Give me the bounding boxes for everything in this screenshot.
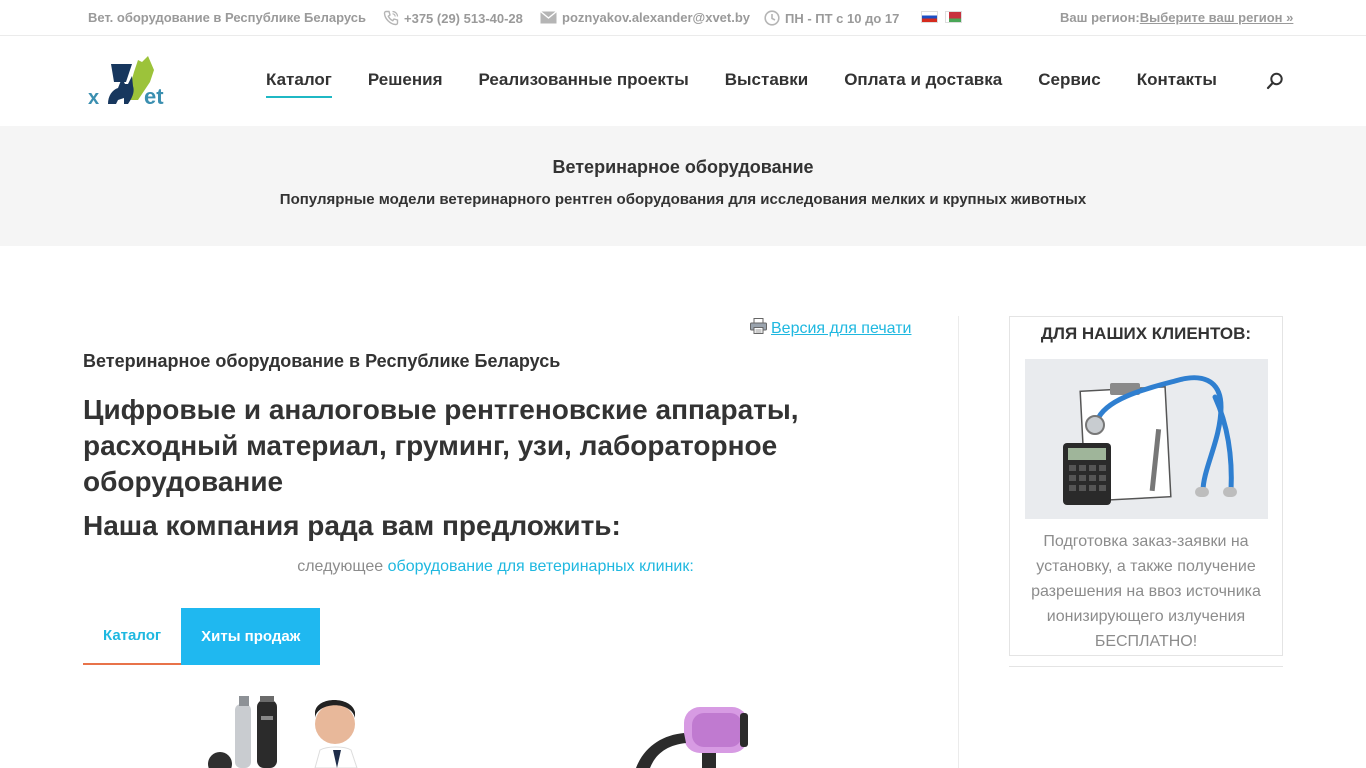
search-button[interactable] <box>1266 72 1284 90</box>
email-address: poznyakov.alexander@xvet.by <box>562 10 751 25</box>
page-title: Ветеринарное оборудование <box>552 157 814 177</box>
tab-bestsellers[interactable]: Хиты продаж <box>181 608 321 665</box>
svg-text:x: x <box>88 87 99 106</box>
xvet-logo-icon: x et <box>88 56 164 109</box>
nav-item-solutions[interactable]: Решения <box>368 70 443 90</box>
svg-text:et: et <box>144 84 164 106</box>
lead-suffix: : <box>689 558 694 575</box>
sidebar-clients-widget: ДЛЯ НАШИХ КЛИЕНТОВ: Подготовка заказ-зая… <box>1009 316 1283 656</box>
region-heading: Ветеринарное оборудование в Республике Б… <box>83 351 561 371</box>
tagline-text: Вет. оборудование в Республике Беларусь <box>88 10 366 25</box>
main-header: x et Каталог Решения Реализованные проек… <box>0 36 1366 126</box>
product-image-clipper[interactable] <box>205 696 360 768</box>
nav-item-payment-delivery[interactable]: Оплата и доставка <box>844 70 1002 90</box>
phone-number: +375 (29) 513-40-28 <box>404 10 523 26</box>
page-title-band: Ветеринарное оборудование Популярные мод… <box>0 126 1366 246</box>
vet-equipment-link[interactable]: оборудование для ветеринарных клиник <box>388 558 690 575</box>
region-select-link[interactable]: Выберите ваш регион » <box>1140 10 1294 25</box>
tagline: Вет. оборудование в Республике Беларусь <box>88 10 366 25</box>
sidebar-divider <box>1009 666 1283 667</box>
mail-icon <box>540 11 557 24</box>
region-selector: Ваш регион: Выберите ваш регион » <box>1060 10 1293 25</box>
nav-item-exhibitions[interactable]: Выставки <box>725 70 808 90</box>
print-version-link[interactable]: Версия для печати <box>750 318 911 339</box>
main-nav: Каталог Решения Реализованные проекты Вы… <box>266 70 1217 98</box>
offer-heading: Наша компания рада вам предложить: <box>83 510 621 541</box>
column-divider <box>958 316 959 768</box>
nav-item-service[interactable]: Сервис <box>1038 70 1100 90</box>
clock-icon <box>764 10 780 26</box>
flag-by-icon[interactable] <box>945 11 962 23</box>
tab-catalog[interactable]: Каталог <box>83 608 182 665</box>
email-contact[interactable]: poznyakov.alexander@xvet.by <box>540 10 750 25</box>
site-logo[interactable]: x et <box>88 56 172 109</box>
print-version-label: Версия для печати <box>771 319 912 337</box>
lead-paragraph: следующее оборудование для ветеринарных … <box>83 558 908 576</box>
phone-contact[interactable]: +375 (29) 513-40-28 <box>383 10 523 26</box>
lead-prefix: следующее <box>297 558 388 575</box>
product-tabs: Каталог Хиты продаж <box>83 608 321 665</box>
sidebar-title: ДЛЯ НАШИХ КЛИЕНТОВ: <box>1040 324 1252 343</box>
working-hours: ПН - ПТ с 10 до 17 <box>764 10 899 26</box>
nav-item-contacts[interactable]: Контакты <box>1137 70 1217 90</box>
top-bar: Вет. оборудование в Республике Беларусь … <box>0 0 1366 36</box>
hours-text: ПН - ПТ с 10 до 17 <box>785 10 900 26</box>
flag-ru-icon[interactable] <box>921 11 938 23</box>
nav-item-catalog[interactable]: Каталог <box>266 70 332 98</box>
region-label: Ваш регион: <box>1060 10 1140 25</box>
printer-icon <box>750 318 767 339</box>
phone-icon <box>383 10 399 26</box>
nav-item-projects[interactable]: Реализованные проекты <box>479 70 689 90</box>
search-icon <box>1266 72 1283 90</box>
products-heading: Цифровые и аналоговые рентгеновские аппа… <box>83 394 799 497</box>
product-image-dryer[interactable] <box>632 705 752 768</box>
language-switcher <box>921 11 962 23</box>
page-subtitle: Популярные модели ветеринарного рентген … <box>279 191 1087 208</box>
sidebar-promo-text: Подготовка заказ-заявки на установку, а … <box>1031 533 1261 650</box>
sidebar-image-clipboard-stethoscope <box>1025 359 1268 519</box>
